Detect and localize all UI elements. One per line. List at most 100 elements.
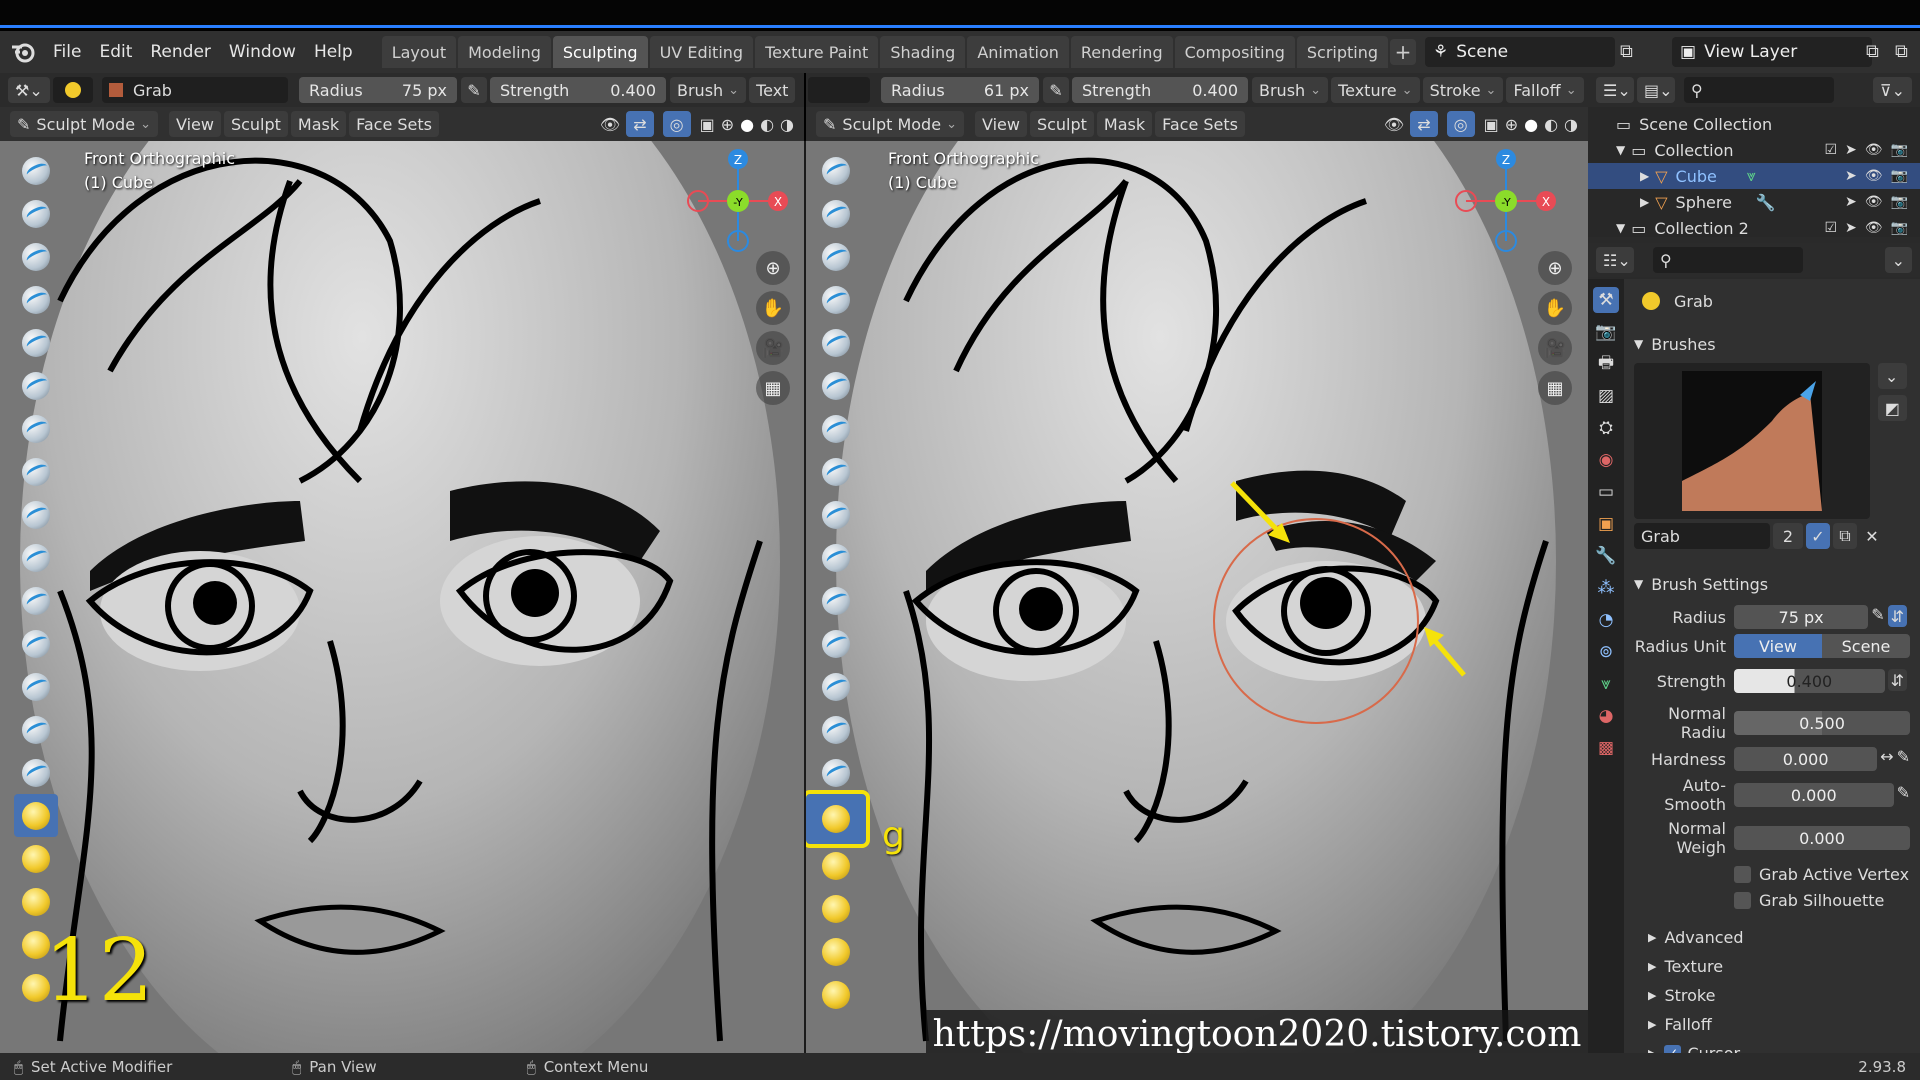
camera-icon[interactable]: 🎥 <box>1538 331 1572 365</box>
blob-tool-icon[interactable] <box>814 450 858 493</box>
draw-sharp-tool-icon[interactable] <box>14 192 58 235</box>
scene-tab-icon[interactable]: ⛭ <box>1593 415 1619 441</box>
camera-icon[interactable]: 🎥 <box>756 331 790 365</box>
sculpt-mode-selector-right[interactable]: ✎ Sculpt Mode <box>816 111 964 137</box>
subsection-falloff[interactable]: ▶ Falloff <box>1648 1015 1910 1034</box>
navigation-gizmo[interactable]: Z X -Y <box>680 141 790 261</box>
menu-help[interactable]: Help <box>305 42 362 62</box>
layer-tool-icon[interactable] <box>814 364 858 407</box>
overlay-icon[interactable]: ◎ <box>1446 111 1475 137</box>
outliner-editor-type-icon[interactable]: ☰⌄ <box>1596 77 1634 103</box>
brush-list-dropdown-icon[interactable]: ⌄ <box>1877 363 1907 389</box>
snake-hook-tool-icon[interactable] <box>814 887 858 930</box>
clay-thumb-tool-icon[interactable] <box>14 321 58 364</box>
outliner-row-collection-2[interactable]: ▼ ▭ Collection 2 ☑ ➤ 👁 📷 <box>1588 215 1920 241</box>
clay-tool-icon[interactable] <box>14 235 58 278</box>
brush-icon-button[interactable] <box>53 77 93 103</box>
radius-field[interactable]: 75 px <box>1734 605 1869 629</box>
overlay-icon[interactable]: ◎ <box>662 111 691 137</box>
pressure-autosmooth-icon[interactable]: ✎ <box>1897 783 1910 807</box>
hardness-slider[interactable]: 0.000 <box>1734 747 1878 771</box>
collection-tab-icon[interactable]: ▭ <box>1593 479 1619 505</box>
zoom-icon[interactable]: ⊕ <box>1538 251 1572 285</box>
texture-menu-right[interactable]: Texture <box>1331 77 1420 103</box>
pan-hand-icon[interactable]: ✋ <box>1538 291 1572 325</box>
snake-hook-tool-icon[interactable] <box>14 880 58 923</box>
brush-selector[interactable]: Grab <box>102 77 288 103</box>
elastic-deform-tool-icon[interactable] <box>14 837 58 880</box>
render-tab-icon[interactable]: 📷 <box>1593 319 1619 345</box>
brush-image-icon[interactable]: ◩ <box>1877 395 1907 421</box>
zoom-icon[interactable]: ⊕ <box>756 251 790 285</box>
grab-active-vertex-checkbox[interactable]: Grab Active Vertex <box>1734 865 1910 884</box>
duplicate-brush-icon[interactable]: ⧉ <box>1833 523 1857 549</box>
render-camera-icon[interactable]: 📷 <box>1891 220 1908 236</box>
tab-uv-editing[interactable]: UV Editing <box>649 36 754 68</box>
brush-settings-section-header[interactable]: ▼ Brush Settings <box>1634 571 1910 597</box>
radius-lock-icon[interactable]: ⇵ <box>1887 605 1907 627</box>
scrape-tool-icon[interactable] <box>14 665 58 708</box>
grab-tool-icon-highlighted[interactable] <box>806 790 870 848</box>
outliner-row-sphere[interactable]: ▶ ▽ Sphere 🔧 ➤ 👁 📷 <box>1588 189 1920 215</box>
solid-shading-icon[interactable]: ● <box>740 115 754 134</box>
menu-edit[interactable]: Edit <box>90 42 141 62</box>
normal-weight-slider[interactable]: 0.000 <box>1734 826 1910 850</box>
modifier-tab-icon[interactable]: 🔧 <box>1593 543 1619 569</box>
outliner-search-input[interactable]: ⚲ <box>1684 77 1834 103</box>
wireframe-shading-icon[interactable]: ⊕ <box>1505 115 1518 134</box>
tool-settings-tab-icon[interactable]: ⚒ <box>1593 287 1619 313</box>
select-arrow-icon[interactable]: ➤ <box>1845 194 1857 210</box>
add-workspace-button[interactable]: + <box>1390 39 1417 65</box>
menu-mask[interactable]: Mask <box>1096 111 1153 137</box>
expand-arrow-icon[interactable]: ▼ <box>1616 143 1625 157</box>
outliner-row-scene-collection[interactable]: ▭ Scene Collection <box>1588 111 1920 137</box>
visibility-icon[interactable]: 👁 <box>1384 115 1404 134</box>
new-view-layer-icon[interactable]: ⧉ <box>1866 41 1879 62</box>
material-shading-icon[interactable]: ◐ <box>760 115 774 134</box>
pan-hand-icon[interactable]: ✋ <box>756 291 790 325</box>
xray-icon[interactable]: ▣ <box>700 115 715 134</box>
sculpt-mode-selector[interactable]: ✎ Sculpt Mode <box>10 111 158 137</box>
pressure-radius-icon[interactable]: ✎ <box>461 77 487 103</box>
tab-texture-paint[interactable]: Texture Paint <box>755 36 879 68</box>
multiplane-scrape-tool-icon[interactable] <box>814 708 858 751</box>
tab-modeling[interactable]: Modeling <box>458 36 551 68</box>
pressure-hardness-icon[interactable]: ✎ <box>1897 747 1910 771</box>
expand-arrow-icon[interactable]: ▼ <box>1616 221 1625 235</box>
flatten-tool-icon[interactable] <box>814 579 858 622</box>
crease-tool-icon[interactable] <box>814 493 858 536</box>
multiplane-scrape-tool-icon[interactable] <box>14 708 58 751</box>
blender-logo-icon[interactable] <box>8 37 38 67</box>
subsection-advanced[interactable]: ▶ Advanced <box>1648 928 1910 947</box>
brush-menu[interactable]: Brush <box>670 77 747 103</box>
menu-view[interactable]: View <box>974 111 1027 137</box>
layer-tool-icon[interactable] <box>14 364 58 407</box>
draw-tool-icon[interactable] <box>814 149 858 192</box>
menu-sculpt[interactable]: Sculpt <box>223 111 288 137</box>
output-tab-icon[interactable]: 🖶 <box>1593 351 1619 377</box>
physics-tab-icon[interactable]: ◔ <box>1593 607 1619 633</box>
blob-tool-icon[interactable] <box>14 450 58 493</box>
rendered-shading-icon[interactable]: ◑ <box>780 115 794 134</box>
draw-tool-icon[interactable] <box>14 149 58 192</box>
tab-sculpting[interactable]: Sculpting <box>552 36 648 68</box>
data-tab-icon[interactable]: ⩔ <box>1593 671 1619 697</box>
unlink-brush-icon[interactable]: ✕ <box>1860 523 1884 549</box>
strength-field[interactable]: Strength 0.400 <box>490 77 666 103</box>
brush-name-cut[interactable] <box>808 77 870 103</box>
brushes-section-header[interactable]: ▼ Brushes <box>1634 331 1910 357</box>
menu-mask[interactable]: Mask <box>290 111 347 137</box>
menu-view[interactable]: View <box>168 111 221 137</box>
constraints-tab-icon[interactable]: ⊚ <box>1593 639 1619 665</box>
autosmooth-slider[interactable]: 0.000 <box>1734 783 1894 807</box>
radius-field[interactable]: Radius 75 px <box>299 77 457 103</box>
solid-shading-icon[interactable]: ● <box>1524 115 1538 134</box>
new-scene-icon[interactable]: ⧉ <box>1620 41 1633 62</box>
editor-type-button[interactable]: ⚒⌄ <box>8 77 50 103</box>
select-arrow-icon[interactable]: ➤ <box>1845 142 1857 158</box>
brush-menu-right[interactable]: Brush <box>1252 77 1329 103</box>
scene-selector[interactable]: ⚘ Scene <box>1425 37 1615 67</box>
tab-scripting[interactable]: Scripting <box>1296 36 1389 68</box>
exclude-checkbox-icon[interactable]: ☑ <box>1824 220 1837 236</box>
radius-field-right[interactable]: Radius 61 px <box>881 77 1039 103</box>
